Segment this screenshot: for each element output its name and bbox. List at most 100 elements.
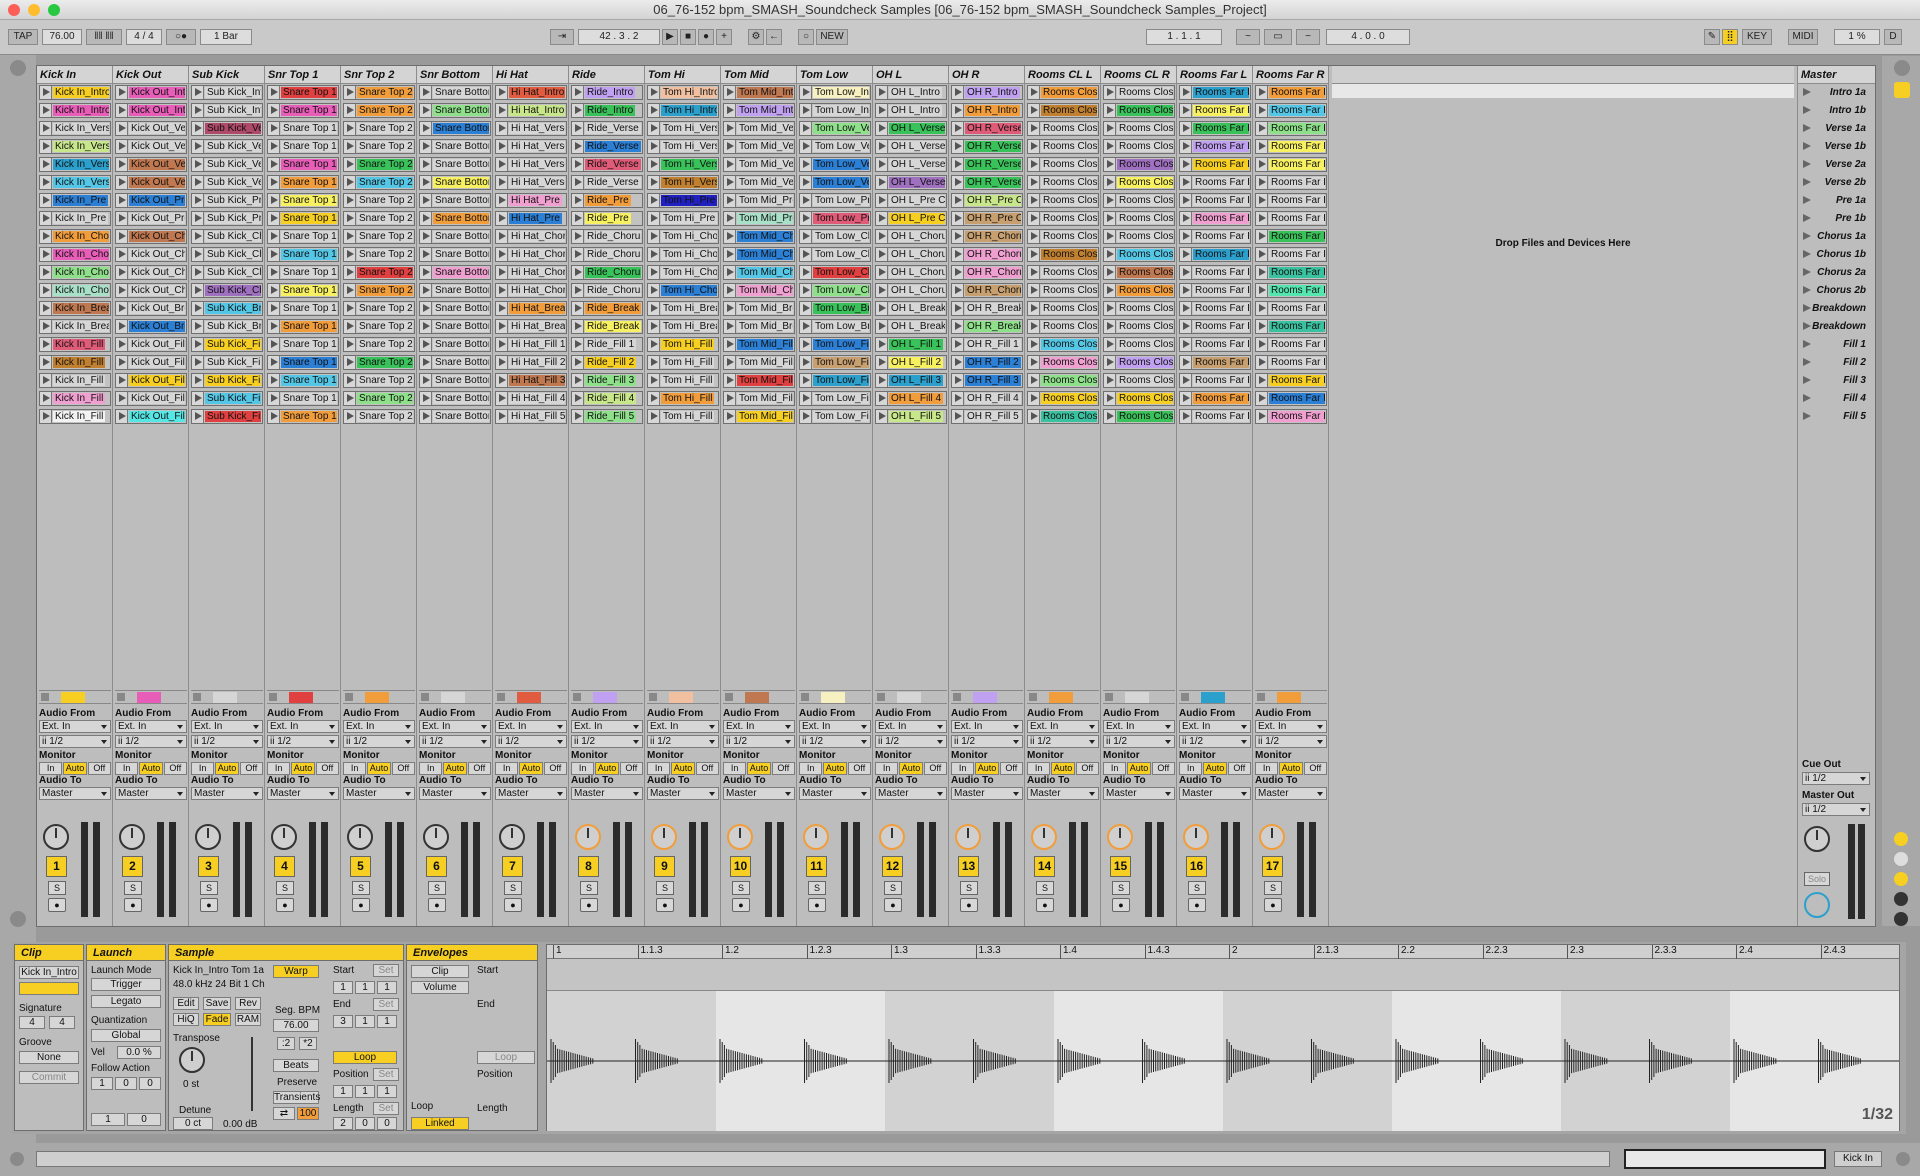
monitor-in-button[interactable]: In bbox=[267, 762, 291, 775]
clip-launch-icon[interactable] bbox=[420, 212, 432, 225]
clip-slot[interactable]: Hi Hat_Fill 2 bbox=[495, 355, 567, 370]
clip-slot[interactable]: Snare Top 1 bbox=[267, 337, 339, 352]
sample-editor[interactable]: 1 1.1.3 1.2 1.2.3 1.3 1.3.3 1.4 1.4.3 2 2.1.3 2.2 2… bbox=[546, 944, 1900, 1131]
clip-slot[interactable]: Snare Top 2 bbox=[343, 409, 415, 424]
stop-clip-icon[interactable] bbox=[421, 693, 429, 701]
clip-launch-icon[interactable] bbox=[268, 140, 280, 153]
clip-launch-icon[interactable] bbox=[1028, 284, 1040, 297]
scene-launch-button[interactable]: Pre 1b bbox=[1800, 211, 1870, 226]
clip-slot[interactable]: Ride_Verse bbox=[571, 139, 643, 154]
clip-launch-icon[interactable] bbox=[1104, 320, 1116, 333]
monitor-auto-button[interactable]: Auto bbox=[899, 762, 923, 775]
clip-slot[interactable]: Kick In_Fill bbox=[39, 337, 111, 352]
clip-slot[interactable]: Kick Out_Break bbox=[115, 319, 187, 334]
clip-launch-icon[interactable] bbox=[268, 122, 280, 135]
clip-launch-icon[interactable] bbox=[40, 194, 52, 207]
clip-slot[interactable]: Sub Kick_Verse bbox=[191, 139, 263, 154]
input-channel-select[interactable]: ii 1/2 bbox=[191, 735, 263, 748]
clip-slot[interactable]: OH R_Fill 5 bbox=[951, 409, 1023, 424]
save-button[interactable]: Save bbox=[203, 997, 231, 1010]
transpose-knob[interactable] bbox=[179, 1047, 205, 1073]
clip-launch-icon[interactable] bbox=[344, 104, 356, 117]
input-channel-select[interactable]: ii 1/2 bbox=[267, 735, 339, 748]
clip-launch-icon[interactable] bbox=[724, 392, 736, 405]
seg-bpm-field[interactable]: 76.00 bbox=[273, 1019, 319, 1032]
audio-from-select[interactable]: Ext. In bbox=[875, 720, 947, 733]
clip-launch-icon[interactable] bbox=[40, 284, 52, 297]
clip-launch-icon[interactable] bbox=[1256, 140, 1268, 153]
clip-slot[interactable]: Snare Top 2 bbox=[343, 175, 415, 190]
clip-slot[interactable]: Rooms Far L bbox=[1179, 211, 1251, 226]
clip-slot[interactable]: Rooms Far R bbox=[1255, 211, 1327, 226]
clip-launch-icon[interactable] bbox=[724, 266, 736, 279]
clip-launch-icon[interactable] bbox=[1104, 248, 1116, 261]
volume-fader[interactable] bbox=[1309, 822, 1316, 917]
clip-slot[interactable]: OH R_Chorus bbox=[951, 247, 1023, 262]
clip-slot[interactable]: Tom Hi_Break bbox=[647, 301, 719, 316]
clip-slot[interactable]: Tom Low_Verse bbox=[799, 157, 871, 172]
clip-slot[interactable]: Rooms Close bbox=[1027, 319, 1099, 334]
clip-launch-icon[interactable] bbox=[1180, 284, 1192, 297]
monitor-in-button[interactable]: In bbox=[39, 762, 63, 775]
clip-launch-icon[interactable] bbox=[876, 266, 888, 279]
clip-slot[interactable]: OH L_Pre C bbox=[875, 193, 947, 208]
clip-launch-icon[interactable] bbox=[192, 86, 204, 99]
monitor-auto-button[interactable]: Auto bbox=[823, 762, 847, 775]
clip-slot[interactable]: Snare Bottom bbox=[419, 157, 491, 172]
clip-slot[interactable]: Sub Kick_Verse bbox=[191, 121, 263, 136]
clip-slot[interactable]: Rooms Close bbox=[1103, 139, 1175, 154]
clip-launch-icon[interactable] bbox=[268, 248, 280, 261]
record-button[interactable]: ● bbox=[698, 29, 714, 45]
clip-launch-icon[interactable] bbox=[572, 104, 584, 117]
clip-slot[interactable]: Tom Mid_Pre bbox=[723, 211, 795, 226]
monitor-in-button[interactable]: In bbox=[647, 762, 671, 775]
clip-slot[interactable]: OH L_Fill 1 bbox=[875, 337, 947, 352]
clip-launch-icon[interactable] bbox=[724, 410, 736, 423]
back-to-arrangement-button[interactable]: ← bbox=[766, 29, 782, 45]
loop-mode-select[interactable]: ⇄ bbox=[273, 1107, 295, 1120]
monitor-auto-button[interactable]: Auto bbox=[367, 762, 391, 775]
clip-slot[interactable]: Rooms Close bbox=[1027, 337, 1099, 352]
clip-slot[interactable]: Rooms Close bbox=[1103, 103, 1175, 118]
signature-numerator[interactable]: 4 bbox=[19, 1016, 45, 1029]
stop-clip-icon[interactable] bbox=[1181, 693, 1189, 701]
monitor-off-button[interactable]: Off bbox=[467, 762, 491, 775]
audio-from-select[interactable]: Ext. In bbox=[1179, 720, 1251, 733]
minimize-window-button[interactable] bbox=[28, 4, 40, 16]
clip-slot[interactable]: Kick In_Verse bbox=[39, 157, 111, 172]
monitor-auto-button[interactable]: Auto bbox=[1203, 762, 1227, 775]
clip-launch-icon[interactable] bbox=[344, 374, 356, 387]
clip-slot[interactable]: Rooms Close bbox=[1027, 247, 1099, 262]
clip-slot[interactable]: Rooms Far R bbox=[1255, 229, 1327, 244]
solo-button[interactable]: S bbox=[48, 881, 66, 895]
audio-from-select[interactable]: Ext. In bbox=[1027, 720, 1099, 733]
stop-clip-row[interactable] bbox=[799, 690, 871, 704]
stop-clip-row[interactable] bbox=[1255, 690, 1327, 704]
clip-slot[interactable]: Kick Out_Fill bbox=[115, 373, 187, 388]
audio-from-select[interactable]: Ext. In bbox=[951, 720, 1023, 733]
clip-slot[interactable]: Snare Top 2 bbox=[343, 355, 415, 370]
clip-launch-icon[interactable] bbox=[876, 86, 888, 99]
mixer-toggle-icon[interactable] bbox=[1894, 872, 1908, 886]
solo-button[interactable]: S bbox=[1036, 881, 1054, 895]
clip-launch-icon[interactable] bbox=[952, 356, 964, 369]
clip-launch-icon[interactable] bbox=[648, 104, 660, 117]
monitor-in-button[interactable]: In bbox=[1027, 762, 1051, 775]
clip-slot[interactable]: Rooms Close bbox=[1027, 301, 1099, 316]
clip-launch-icon[interactable] bbox=[800, 248, 812, 261]
end-sixteenth[interactable]: 1 bbox=[377, 1015, 397, 1028]
clip-slot[interactable]: Hi Hat_Pre bbox=[495, 211, 567, 226]
stop-clip-row[interactable] bbox=[419, 690, 491, 704]
clip-launch-icon[interactable] bbox=[40, 176, 52, 189]
clip-slot[interactable]: Tom Low_Break bbox=[799, 301, 871, 316]
clip-slot[interactable]: Kick In_Chorus bbox=[39, 229, 111, 244]
audio-to-select[interactable]: Master bbox=[1027, 787, 1099, 800]
clip-slot[interactable]: Hi Hat_Chorus bbox=[495, 283, 567, 298]
stop-clip-row[interactable] bbox=[723, 690, 795, 704]
solo-button[interactable]: S bbox=[656, 881, 674, 895]
legato-button[interactable]: Legato bbox=[91, 995, 161, 1008]
clip-slot[interactable]: Snare Bottom bbox=[419, 139, 491, 154]
clip-launch-icon[interactable] bbox=[648, 410, 660, 423]
clip-launch-icon[interactable] bbox=[952, 266, 964, 279]
clip-launch-icon[interactable] bbox=[496, 248, 508, 261]
